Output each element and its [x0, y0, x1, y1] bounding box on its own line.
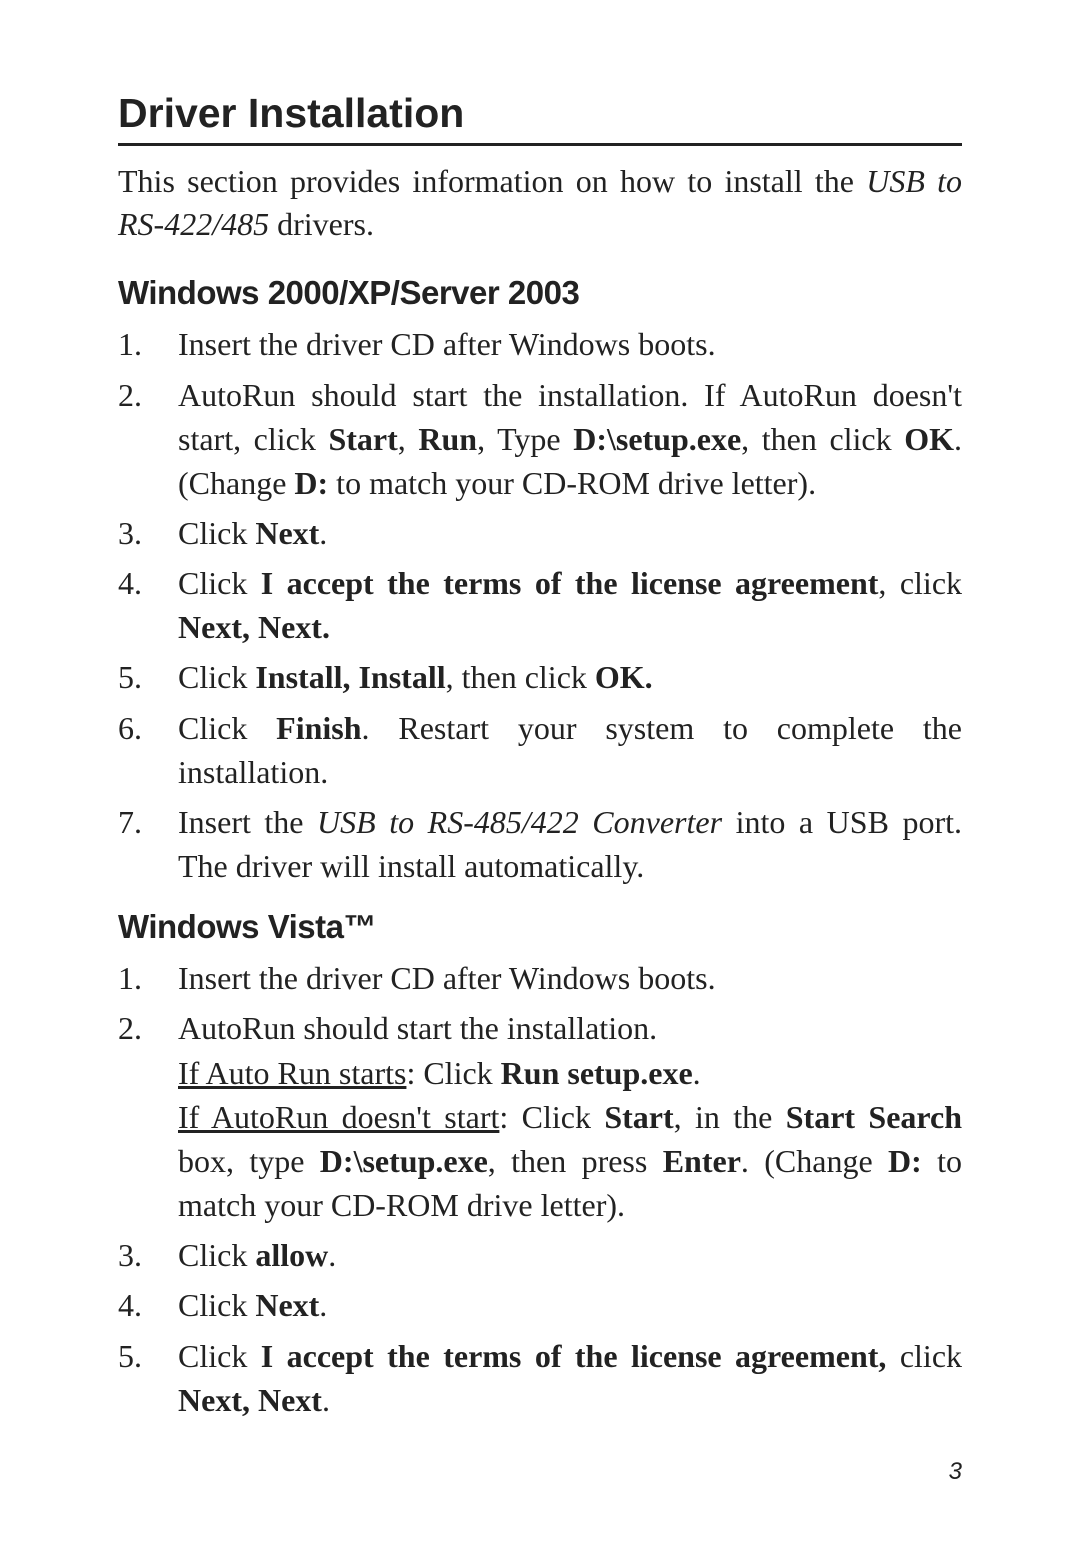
step-text: .: [322, 1382, 330, 1418]
intro-text-pre: This section provides information on how…: [118, 163, 866, 199]
bold-term: Next: [255, 1287, 319, 1323]
bold-term: Run setup.exe: [501, 1055, 693, 1091]
underline-term: If Auto Run starts: [178, 1055, 406, 1091]
underline-term: If AutoRun doesn't start: [178, 1099, 499, 1135]
step-text: , click: [878, 565, 962, 601]
section1-list: Insert the driver CD after Windows boots…: [118, 322, 962, 888]
step-text: Insert the: [178, 804, 317, 840]
list-item: Click allow.: [118, 1233, 962, 1277]
step-text: Insert the driver CD after Windows boots…: [178, 960, 716, 996]
bold-term: Next, Next: [178, 1382, 322, 1418]
bold-term: Next: [255, 515, 319, 551]
step-text: Click: [178, 659, 255, 695]
step-text: Insert the driver CD after Windows boots…: [178, 326, 716, 362]
step-text: , then press: [488, 1143, 663, 1179]
step-text: : Click: [406, 1055, 500, 1091]
bold-term: Next, Next.: [178, 609, 330, 645]
section2-list: Insert the driver CD after Windows boots…: [118, 956, 962, 1422]
step-text: .: [319, 1287, 327, 1323]
bold-term: Start Search: [786, 1099, 962, 1135]
step-text: .: [328, 1237, 336, 1273]
bold-term: I accept the terms of the license agreem…: [261, 565, 879, 601]
bold-term: allow: [255, 1237, 328, 1273]
step-text: Click: [178, 1338, 261, 1374]
step-text: AutoRun should start the installation.: [178, 1010, 657, 1046]
list-item: Click Finish. Restart your system to com…: [118, 706, 962, 794]
bold-term: D:\setup.exe: [320, 1143, 488, 1179]
list-item: Insert the driver CD after Windows boots…: [118, 322, 962, 366]
list-item: Click Next.: [118, 511, 962, 555]
list-item: AutoRun should start the installation. I…: [118, 1006, 962, 1227]
list-item: Click Next.: [118, 1283, 962, 1327]
bold-term: I accept the terms of the license agreem…: [261, 1338, 887, 1374]
step-text: .: [319, 515, 327, 551]
step-text: to match your CD-ROM drive letter).: [328, 465, 816, 501]
step-text: ,: [398, 421, 419, 457]
bold-term: Start: [328, 421, 397, 457]
section-heading-win2000: Windows 2000/XP/Server 2003: [118, 274, 962, 312]
bold-term: D:: [888, 1143, 922, 1179]
step-text: Click: [178, 515, 255, 551]
step-text: Click: [178, 565, 261, 601]
list-item: AutoRun should start the installation. I…: [118, 373, 962, 505]
step-text: , then click: [446, 659, 595, 695]
step-text: . (Change: [741, 1143, 888, 1179]
step-text: box, type: [178, 1143, 320, 1179]
page-title: Driver Installation: [118, 90, 962, 146]
bold-term: Enter: [663, 1143, 741, 1179]
bold-term: D:: [294, 465, 328, 501]
bold-term: OK: [904, 421, 954, 457]
list-item: Insert the driver CD after Windows boots…: [118, 956, 962, 1000]
bold-term: Install, Install: [255, 659, 445, 695]
bold-term: Start: [604, 1099, 673, 1135]
step-text: Click: [178, 1237, 255, 1273]
list-item: Insert the USB to RS-485/422 Converter i…: [118, 800, 962, 888]
bold-term: Finish: [276, 710, 361, 746]
list-item: Click I accept the terms of the license …: [118, 1334, 962, 1422]
list-item: Click I accept the terms of the license …: [118, 561, 962, 649]
step-text: , Type: [477, 421, 573, 457]
bold-term: Run: [418, 421, 477, 457]
bold-term: OK.: [595, 659, 653, 695]
step-text: .: [693, 1055, 701, 1091]
step-text: , then click: [741, 421, 904, 457]
section-heading-vista: Windows Vista™: [118, 908, 962, 946]
list-item: Click Install, Install, then click OK.: [118, 655, 962, 699]
page: Driver Installation This section provide…: [0, 0, 1080, 1542]
intro-paragraph: This section provides information on how…: [118, 160, 962, 246]
step-text: , in the: [674, 1099, 786, 1135]
bold-term: D:\setup.exe: [573, 421, 741, 457]
intro-text-post: drivers.: [269, 206, 374, 242]
page-number: 3: [949, 1458, 962, 1486]
italic-term: USB to RS-485/422 Converter: [317, 804, 736, 840]
step-text: : Click: [499, 1099, 604, 1135]
step-text: click: [886, 1338, 962, 1374]
step-text: Click: [178, 1287, 255, 1323]
step-text: Click: [178, 710, 276, 746]
